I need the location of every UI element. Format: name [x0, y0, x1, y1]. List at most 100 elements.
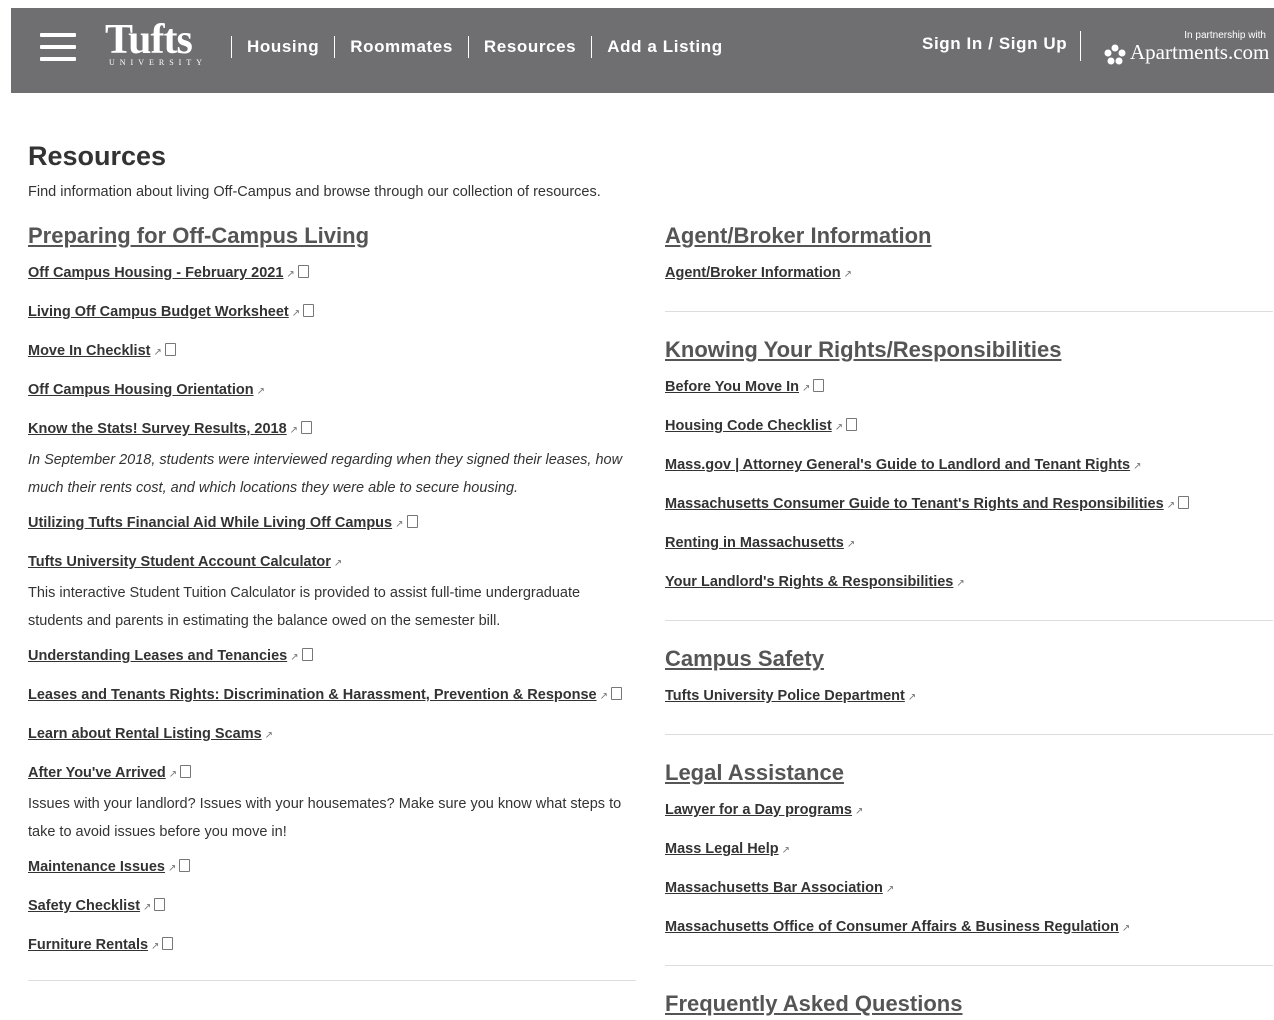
nav-roommates[interactable]: Roommates [350, 37, 453, 57]
list-item: Housing Code Checklist ↗ [665, 413, 1273, 440]
header-divider [1080, 31, 1081, 61]
link-list: Lawyer for a Day programs ↗ Mass Legal Hel… [665, 797, 1273, 941]
nav-add-listing[interactable]: Add a Listing [607, 37, 722, 57]
resource-link-massachusetts-office-of-consumer-affairs[interactable]: Massachusetts Office of Consumer Affairs… [665, 919, 1119, 935]
list-item: Massachusetts Bar Association ↗ [665, 875, 1273, 902]
external-link-icon: ↗ [599, 691, 608, 702]
external-link-icon: ↗ [854, 806, 864, 817]
resource-link-renting-in-massachusetts[interactable]: Renting in Massachusetts [665, 535, 844, 551]
nav-divider [231, 36, 232, 58]
list-item: Massachusetts Consumer Guide to Tenant's… [665, 491, 1273, 518]
logo-subtitle: UNIVERSITY [109, 58, 207, 67]
pdf-icon [180, 765, 192, 778]
resource-link-furniture-rentals[interactable]: Furniture Rentals [28, 937, 148, 953]
resource-link-tufts-university-police-department[interactable]: Tufts University Police Department [665, 688, 905, 704]
section-title-frequently-asked-questions[interactable]: Frequently Asked Questions [665, 988, 1273, 1020]
list-item: Utilizing Tufts Financial Aid While Livi… [28, 510, 636, 537]
list-item: After You've Arrived ↗ Issues with your la… [28, 760, 636, 846]
resource-link-lawyer-for-a-day-programs[interactable]: Lawyer for a Day programs [665, 802, 852, 818]
section-title-knowing-your-rights-responsibilities[interactable]: Knowing Your Rights/Responsibilities [665, 334, 1273, 366]
tufts-logo[interactable]: Tufts UNIVERSITY [105, 18, 205, 72]
nav-resources[interactable]: Resources [484, 37, 576, 57]
list-item: Before You Move In ↗ [665, 374, 1273, 401]
resource-link-mass-gov-attorney-general-s-guide-to-lan[interactable]: Mass.gov | Attorney General's Guide to L… [665, 457, 1130, 473]
pdf-icon [179, 859, 191, 872]
external-link-icon: ↗ [834, 422, 844, 433]
pdf-icon [611, 687, 622, 700]
resource-link-tufts-university-student-account-calcula[interactable]: Tufts University Student Account Calcula… [28, 554, 331, 570]
resource-link-learn-about-rental-listing-scams[interactable]: Learn about Rental Listing Scams [28, 726, 262, 742]
nav-housing[interactable]: Housing [247, 37, 319, 57]
list-item: Learn about Rental Listing Scams ↗ [28, 721, 636, 748]
resource-link-maintenance-issues[interactable]: Maintenance Issues [28, 859, 165, 875]
pdf-icon [301, 421, 313, 434]
list-item: Renting in Massachusetts ↗ [665, 530, 1273, 557]
list-item: Massachusetts Office of Consumer Affairs… [665, 914, 1273, 941]
resource-link-agent-broker-information[interactable]: Agent/Broker Information [665, 265, 841, 281]
external-link-icon: ↗ [1166, 500, 1176, 511]
resource-link-off-campus-housing-february-2021[interactable]: Off Campus Housing - February 2021 [28, 265, 283, 281]
pdf-icon [813, 379, 825, 392]
resource-description: In September 2018, students were intervi… [28, 452, 623, 496]
external-link-icon: ↗ [802, 383, 811, 394]
nav-divider [334, 36, 336, 58]
resource-link-leases-and-tenants-rights-discrimination[interactable]: Leases and Tenants Rights: Discriminatio… [28, 687, 597, 703]
pdf-icon [164, 343, 176, 356]
resource-link-housing-code-checklist[interactable]: Housing Code Checklist [665, 418, 832, 434]
section-divider [665, 965, 1273, 966]
external-link-icon: ↗ [781, 845, 791, 856]
left-column: Preparing for Off-Campus Living Off Camp… [28, 220, 636, 1003]
resource-link-understanding-leases-and-tenancies[interactable]: Understanding Leases and Tenancies [28, 648, 287, 664]
resource-link-safety-checklist[interactable]: Safety Checklist [28, 898, 140, 914]
section-title[interactable]: Preparing for Off-Campus Living [28, 220, 636, 252]
resource-link-utilizing-tufts-financial-aid-while-livi[interactable]: Utilizing Tufts Financial Aid While Livi… [28, 515, 392, 531]
resource-link-after-you-ve-arrived[interactable]: After You've Arrived [28, 765, 166, 781]
pdf-icon [406, 515, 418, 528]
apartments-partner-logo[interactable]: In partnership with Apartments.com [1104, 28, 1274, 68]
sign-in-link[interactable]: Sign In / Sign Up [922, 34, 1067, 54]
resource-link-massachusetts-bar-association[interactable]: Massachusetts Bar Association [665, 880, 883, 896]
logo-wordmark: Tufts [105, 17, 193, 63]
external-link-icon: ↗ [256, 386, 265, 397]
list-item: Maintenance Issues ↗ [28, 854, 636, 881]
external-link-icon: ↗ [289, 425, 299, 436]
resource-link-massachusetts-consumer-guide-to-tenant-s[interactable]: Massachusetts Consumer Guide to Tenant's… [665, 496, 1164, 512]
external-link-icon: ↗ [168, 769, 178, 780]
pdf-icon [297, 265, 309, 278]
resource-description: Issues with your landlord? Issues with y… [28, 796, 622, 840]
resource-link-living-off-campus-budget-worksheet[interactable]: Living Off Campus Budget Worksheet [28, 304, 289, 320]
resource-link-off-campus-housing-orientation[interactable]: Off Campus Housing Orientation [28, 382, 254, 398]
external-link-icon: ↗ [395, 519, 404, 530]
top-header: Tufts UNIVERSITY Housing Roommates Resou… [11, 8, 1274, 93]
external-link-icon: ↗ [885, 884, 895, 895]
pdf-icon [301, 648, 313, 661]
hamburger-menu-icon[interactable] [40, 33, 76, 61]
section-title-campus-safety[interactable]: Campus Safety [665, 643, 1273, 675]
resource-link-know-the-stats-survey-results-2018[interactable]: Know the Stats! Survey Results, 2018 [28, 421, 287, 437]
list-item: Mass Legal Help ↗ [665, 836, 1273, 863]
external-link-icon: ↗ [286, 269, 295, 280]
resource-link-before-you-move-in[interactable]: Before You Move In [665, 379, 799, 395]
external-link-icon: ↗ [264, 730, 274, 741]
external-link-icon: ↗ [1133, 461, 1142, 472]
resource-description: This interactive Student Tuition Calcula… [28, 585, 581, 629]
list-item: Tufts University Student Account Calcula… [28, 549, 636, 635]
list-item: Living Off Campus Budget Worksheet ↗ [28, 299, 636, 326]
pdf-icon [154, 898, 166, 911]
section-title-legal-assistance[interactable]: Legal Assistance [665, 757, 1273, 789]
list-item: Your Landlord's Rights & Responsibilitie… [665, 569, 1273, 596]
nav-divider [467, 36, 469, 58]
external-link-icon: ↗ [143, 902, 152, 913]
external-link-icon: ↗ [151, 941, 160, 952]
list-item: Off Campus Housing Orientation ↗ [28, 377, 636, 404]
resource-link-your-landlord-s-rights-responsibilities[interactable]: Your Landlord's Rights & Responsibilitie… [665, 574, 953, 590]
list-item: Lawyer for a Day programs ↗ [665, 797, 1273, 824]
resource-link-move-in-checklist[interactable]: Move In Checklist [28, 343, 150, 359]
external-link-icon: ↗ [333, 558, 343, 569]
resource-link-mass-legal-help[interactable]: Mass Legal Help [665, 841, 779, 857]
external-link-icon: ↗ [168, 863, 177, 874]
link-list: Tufts University Police Department ↗ [665, 683, 1273, 710]
section-title-agent-broker-information[interactable]: Agent/Broker Information [665, 220, 1273, 252]
external-link-icon: ↗ [290, 652, 299, 663]
list-item: Off Campus Housing - February 2021 ↗ [28, 260, 636, 287]
